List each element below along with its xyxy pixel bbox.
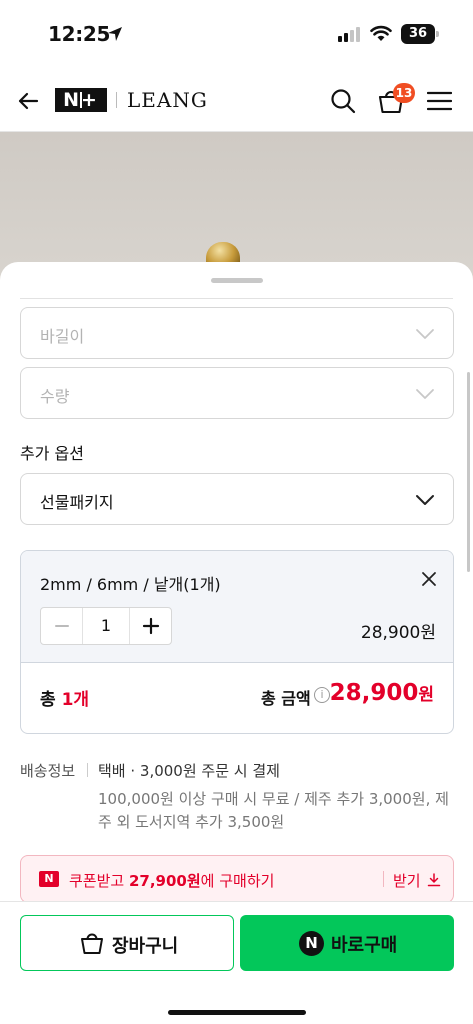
buy-now-label: 바로구매 [331, 935, 398, 956]
shipping-method: 택배 · 3,000원 주문 시 결제 [98, 762, 280, 780]
coupon-text-pre: 쿠폰받고 [69, 872, 129, 890]
total-count-value: 1개 [61, 690, 90, 710]
bottom-action-bar: 장바구니 N 바로구매 [0, 901, 473, 1024]
option-placeholder: 수량 [40, 387, 70, 406]
cellular-signal-icon [338, 27, 360, 42]
close-icon[interactable] [421, 571, 437, 587]
additional-option-label: 추가 옵션 [20, 444, 84, 463]
sheet-drag-handle[interactable] [211, 278, 263, 283]
total-count: 총 1개 [40, 685, 89, 710]
shipping-note: 100,000원 이상 구매 시 무료 / 제주 추가 3,000원, 제주 외… [98, 790, 449, 831]
top-navigation: N+ LEANG 13 [0, 70, 473, 132]
status-bar: 12:25 36 [0, 0, 473, 70]
naver-n-icon: N [39, 871, 59, 887]
home-indicator [168, 1010, 306, 1015]
quantity-value[interactable]: 1 [83, 616, 129, 635]
info-icon[interactable]: i [314, 687, 330, 703]
back-arrow-icon[interactable] [16, 89, 40, 113]
divider [20, 298, 453, 299]
scrollbar[interactable] [467, 372, 470, 572]
total-count-prefix: 총 [40, 690, 62, 710]
download-icon [428, 873, 441, 887]
add-to-cart-label: 장바구니 [112, 936, 179, 957]
coupon-text: 쿠폰받고 27,900원에 구매하기 [69, 870, 274, 891]
nplus-store-logo[interactable]: N+ [55, 88, 107, 112]
status-time: 12:25 [48, 22, 111, 46]
shopping-bag-icon [81, 933, 103, 954]
selected-option-card: 2mm / 6mm / 낱개(1개) 1 28,900원 총 1개 총 금액 i… [20, 550, 454, 734]
shipping-info-label: 배송정보 [20, 762, 76, 780]
total-amount: 28,900원 [330, 680, 434, 706]
total-amount-value: 28,900 [329, 680, 419, 706]
option-placeholder: 바길이 [40, 327, 85, 346]
naver-pay-icon: N [299, 931, 324, 956]
coupon-banner[interactable]: N 쿠폰받고 27,900원에 구매하기 받기 [20, 855, 454, 902]
selected-option-row: 2mm / 6mm / 낱개(1개) 1 28,900원 [21, 551, 453, 663]
receive-label: 받기 [393, 872, 421, 890]
coupon-amount: 27,900원 [128, 872, 201, 890]
additional-option-select[interactable]: 선물패키지 [20, 473, 454, 525]
divider [87, 763, 88, 777]
selected-option-price: 28,900원 [360, 623, 436, 643]
location-arrow-icon [108, 27, 122, 41]
quantity-stepper: 1 [40, 607, 172, 645]
brand-divider [116, 92, 117, 108]
option-select-quantity[interactable]: 수량 [20, 367, 454, 419]
battery-icon: 36 [401, 24, 439, 44]
increase-button[interactable] [129, 608, 171, 644]
chevron-down-icon [416, 389, 434, 399]
add-to-cart-button[interactable]: 장바구니 [20, 915, 234, 971]
chevron-down-icon [416, 495, 434, 505]
minus-icon [55, 625, 69, 627]
plus-icon [142, 617, 160, 635]
divider [383, 871, 384, 887]
decrease-button[interactable] [41, 608, 83, 644]
additional-option-value: 선물패키지 [40, 493, 114, 512]
receive-coupon-button[interactable]: 받기 [393, 870, 441, 891]
option-select-bar-length[interactable]: 바길이 [20, 307, 454, 359]
total-amount-unit: 원 [418, 685, 434, 705]
search-icon[interactable] [330, 88, 356, 114]
chevron-down-icon [416, 329, 434, 339]
options-bottom-sheet: 바길이 수량 추가 옵션 선물패키지 2mm / 6mm / 낱개(1개) 1 … [0, 262, 473, 902]
buy-now-button[interactable]: N 바로구매 [240, 915, 454, 971]
brand-name[interactable]: LEANG [127, 88, 208, 112]
total-amount-label: 총 금액 [261, 689, 311, 708]
coupon-text-post: 에 구매하기 [200, 872, 275, 890]
menu-icon[interactable] [427, 91, 452, 111]
cart-count-badge: 13 [393, 83, 415, 103]
selected-option-name: 2mm / 6mm / 낱개(1개) [40, 575, 221, 594]
wifi-icon [370, 25, 392, 41]
